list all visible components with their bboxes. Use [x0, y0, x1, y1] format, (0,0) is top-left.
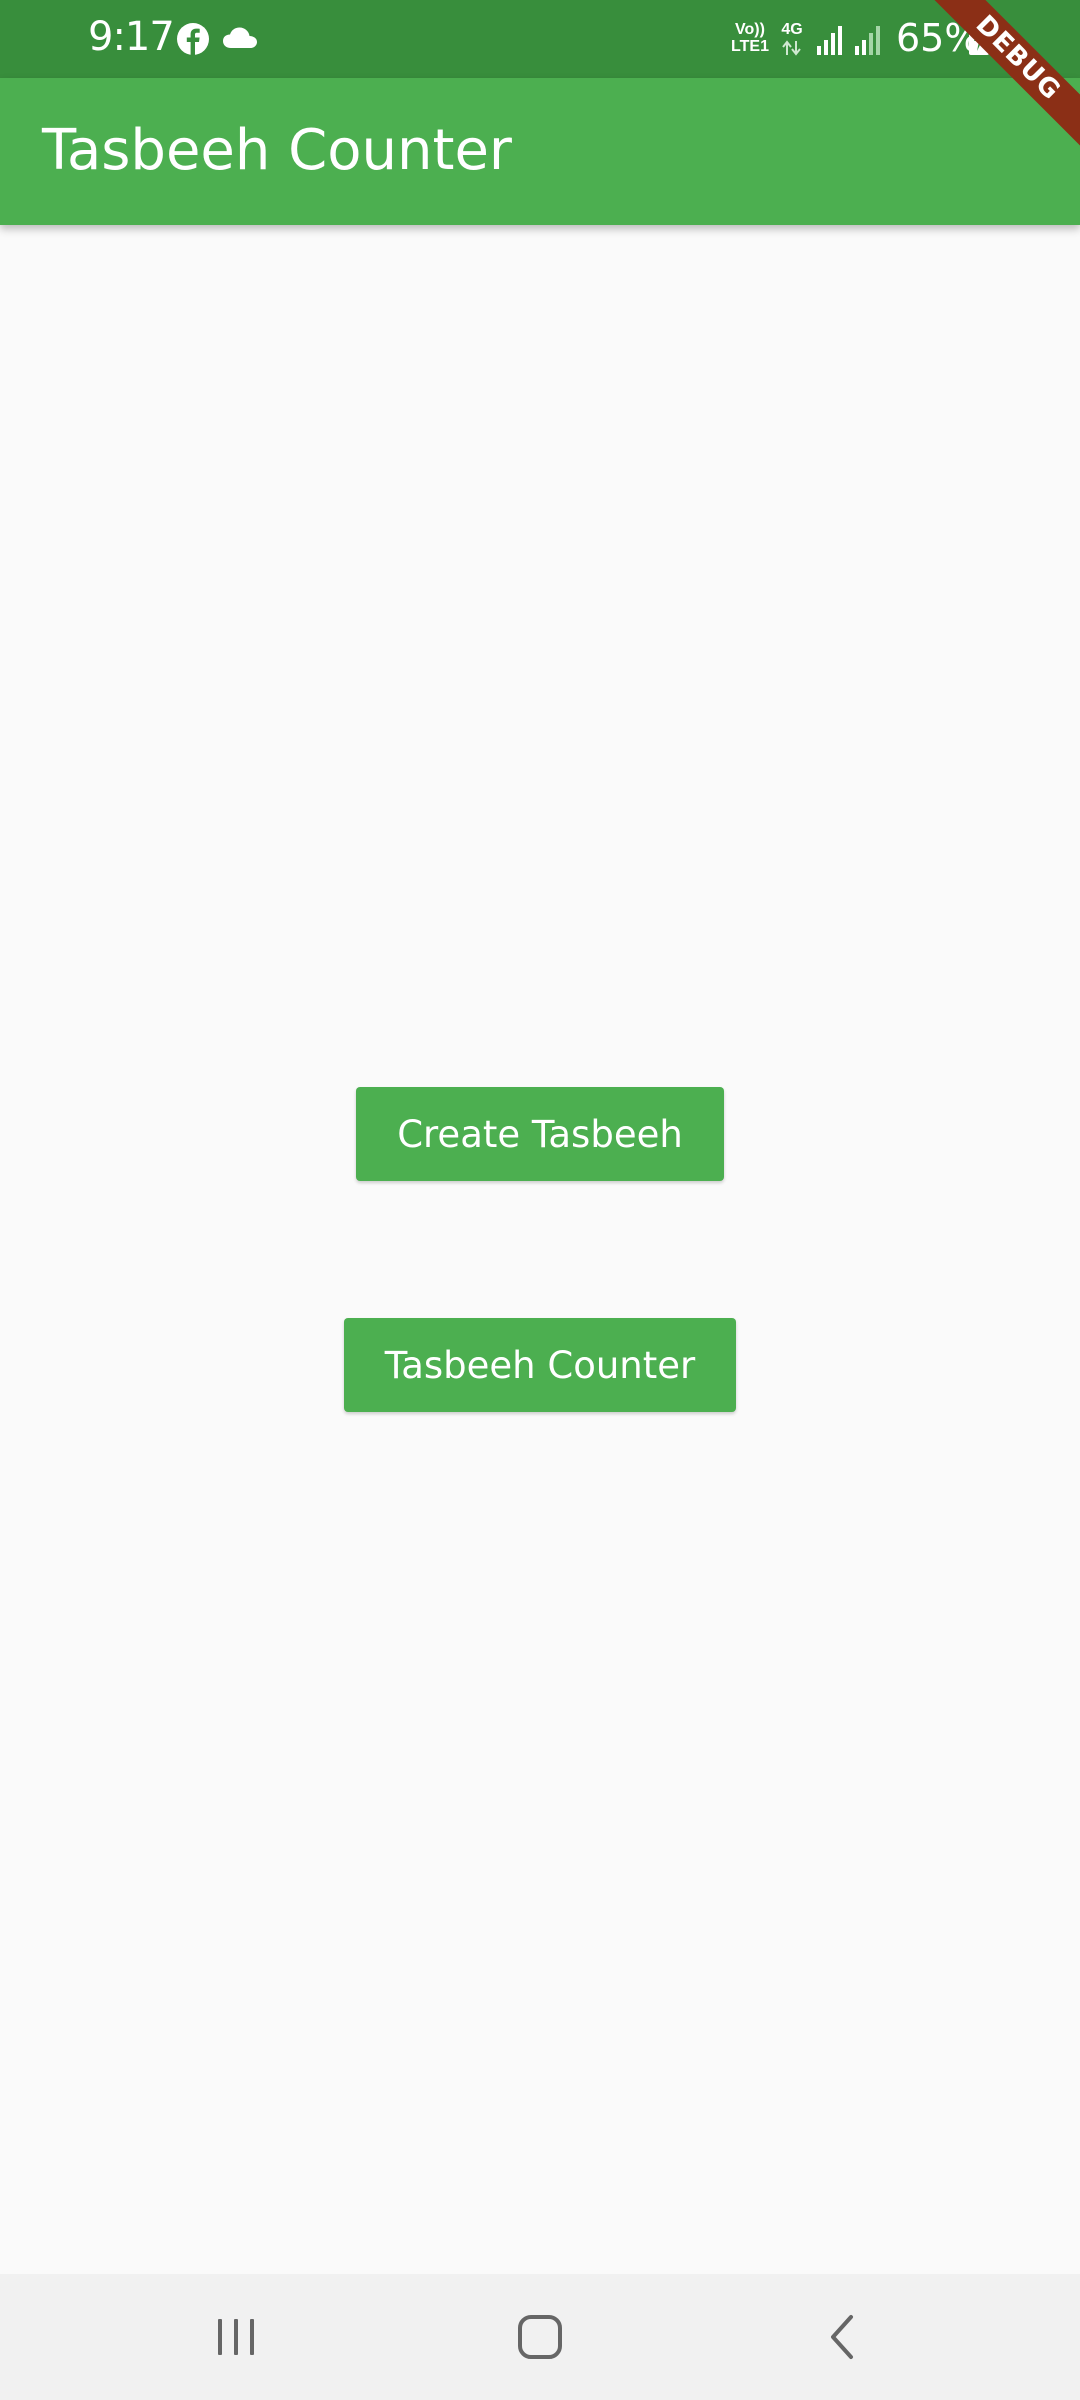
signal-icon	[854, 24, 884, 61]
app-bar: Tasbeeh Counter	[0, 78, 1080, 225]
status-time: 9:17	[88, 14, 175, 60]
lte-label: LTE1	[731, 38, 769, 55]
tasbeeh-counter-button[interactable]: Tasbeeh Counter	[344, 1318, 736, 1412]
recent-apps-button[interactable]	[196, 2304, 276, 2370]
back-button[interactable]	[802, 2304, 882, 2370]
data-type-label: 4G	[781, 21, 803, 38]
cloud-icon	[222, 26, 258, 55]
volte-label: Vo))	[735, 21, 765, 38]
back-icon	[831, 2315, 853, 2359]
home-button[interactable]	[500, 2304, 580, 2370]
facebook-icon	[176, 22, 210, 61]
status-bar: 9:17 Vo)) LTE1 4G 65%	[0, 0, 1080, 78]
signal-icon	[816, 24, 846, 61]
page-title: Tasbeeh Counter	[42, 118, 512, 183]
recent-apps-icon	[218, 2319, 254, 2355]
create-tasbeeh-button[interactable]: Create Tasbeeh	[356, 1087, 724, 1181]
data-arrows-icon	[782, 40, 801, 56]
home-icon	[518, 2315, 562, 2359]
system-nav-bar	[0, 2274, 1080, 2400]
screen: 9:17 Vo)) LTE1 4G 65% DEBUG Tasbeeh Coun…	[0, 0, 1080, 2400]
